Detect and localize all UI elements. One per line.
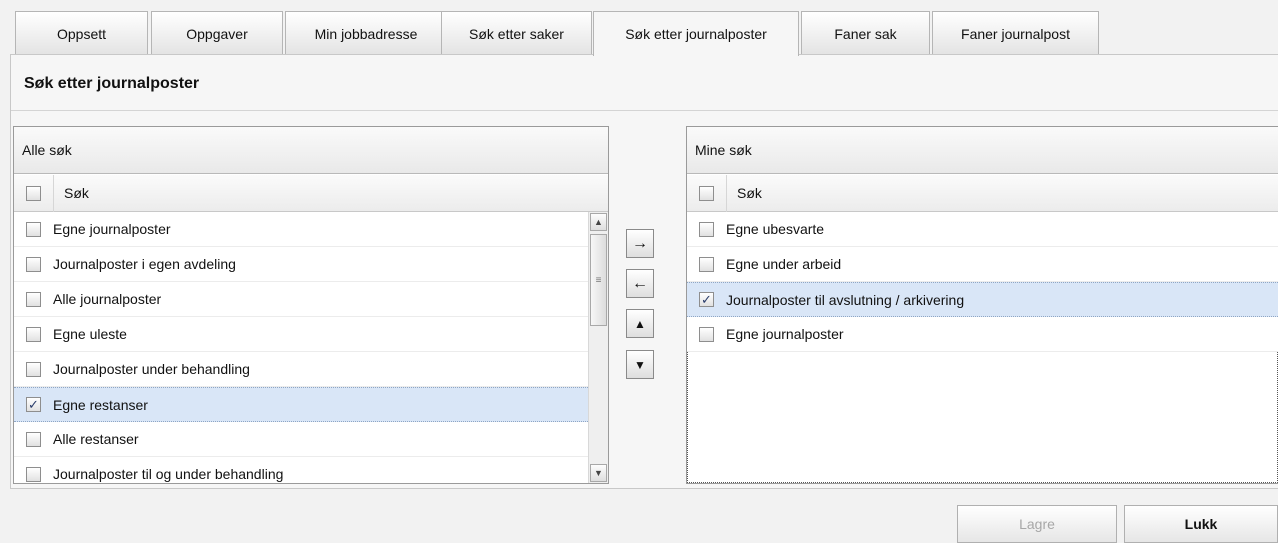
- list-item-selected[interactable]: ✓ Egne restanser: [14, 387, 608, 422]
- row-label: Journalposter til avslutning / arkiverin…: [726, 291, 965, 308]
- move-up-button[interactable]: ▲: [626, 309, 654, 338]
- tab-label: Søk etter saker: [469, 25, 564, 42]
- list-item[interactable]: Journalposter i egen avdeling: [14, 247, 608, 282]
- tab-label: Oppsett: [56, 25, 107, 42]
- all-searches-list: Egne journalposter Journalposter i egen …: [14, 212, 608, 483]
- row-checkbox[interactable]: [699, 326, 714, 342]
- row-label: Alle journalposter: [53, 291, 162, 307]
- row-label: Egne journalposter: [53, 221, 171, 237]
- tab-sok-etter-journalposter[interactable]: Søk etter journalposter: [593, 11, 799, 56]
- row-label: Egne restanser: [53, 396, 148, 413]
- my-searches-caption: Mine søk: [687, 127, 1278, 174]
- tab-label: Oppgaver: [186, 25, 248, 42]
- column-header-label[interactable]: Søk: [726, 174, 762, 212]
- row-checkbox[interactable]: [699, 256, 714, 272]
- row-label: Egne journalposter: [726, 326, 844, 342]
- vertical-scrollbar[interactable]: ▲ ≡ ▼: [588, 212, 608, 483]
- list-item[interactable]: Alle restanser: [14, 422, 608, 457]
- arrow-left-icon: ←: [632, 274, 648, 292]
- triangle-up-icon: ▲: [634, 316, 646, 331]
- row-checkbox[interactable]: [699, 221, 714, 237]
- select-all-checkbox[interactable]: [699, 185, 714, 201]
- divider: [11, 110, 1278, 111]
- list-item[interactable]: Egne journalposter: [687, 317, 1278, 352]
- row-label: Journalposter til og under behandling: [53, 466, 284, 482]
- triangle-down-icon: ▼: [634, 357, 646, 372]
- arrow-right-icon: →: [632, 234, 648, 252]
- drop-area: [687, 352, 1278, 483]
- my-searches-grid: Mine søk Søk Egne ubesvarte Egne under a…: [686, 126, 1278, 484]
- save-button-label: Lagre: [1019, 516, 1055, 532]
- tab-min-jobbadresse[interactable]: Min jobbadresse: [285, 11, 447, 55]
- all-searches-caption: Alle søk: [14, 127, 608, 174]
- move-left-button[interactable]: ←: [626, 269, 654, 298]
- list-item[interactable]: Egne journalposter: [14, 212, 608, 247]
- row-label: Egne ubesvarte: [726, 221, 825, 237]
- tab-sok-etter-saker[interactable]: Søk etter saker: [441, 11, 592, 55]
- row-label: Egne uleste: [53, 326, 127, 342]
- column-header: Søk: [687, 174, 1278, 212]
- tab-label: Faner journalpost: [961, 25, 1070, 42]
- row-checkbox[interactable]: [26, 326, 41, 342]
- all-searches-grid: Alle søk Søk Egne journalposter Journalp…: [13, 126, 609, 484]
- row-checkbox[interactable]: [26, 466, 41, 482]
- row-checkbox[interactable]: ✓: [26, 397, 41, 412]
- row-label: Journalposter i egen avdeling: [53, 256, 236, 272]
- tab-label: Søk etter journalposter: [625, 26, 767, 42]
- list-item[interactable]: Alle journalposter: [14, 282, 608, 317]
- list-item-selected[interactable]: ✓ Journalposter til avslutning / arkiveri…: [687, 282, 1278, 317]
- column-header-label[interactable]: Søk: [53, 174, 89, 212]
- row-label: Egne under arbeid: [726, 256, 842, 272]
- close-button-label: Lukk: [1184, 516, 1218, 532]
- list-item[interactable]: Egne under arbeid: [687, 247, 1278, 282]
- page-title: Søk etter journalposter: [24, 75, 200, 92]
- row-label: Journalposter under behandling: [53, 361, 250, 377]
- tab-oppsett[interactable]: Oppsett: [15, 11, 148, 55]
- row-checkbox[interactable]: [26, 291, 41, 307]
- row-checkbox[interactable]: [26, 361, 41, 377]
- tab-label: Min jobbadresse: [314, 25, 418, 42]
- select-all-checkbox[interactable]: [26, 185, 41, 201]
- row-checkbox[interactable]: ✓: [699, 292, 714, 307]
- list-item[interactable]: Egne ubesvarte: [687, 212, 1278, 247]
- save-button[interactable]: Lagre: [957, 505, 1117, 543]
- row-checkbox[interactable]: [26, 431, 41, 447]
- move-right-button[interactable]: →: [626, 229, 654, 258]
- row-label: Alle restanser: [53, 431, 139, 447]
- tab-label: Faner sak: [834, 25, 897, 42]
- tab-oppgaver[interactable]: Oppgaver: [151, 11, 283, 55]
- list-item[interactable]: Journalposter under behandling: [14, 352, 608, 387]
- close-button[interactable]: Lukk: [1124, 505, 1278, 543]
- tab-faner-journalpost[interactable]: Faner journalpost: [932, 11, 1099, 55]
- tab-faner-sak[interactable]: Faner sak: [801, 11, 930, 55]
- list-item[interactable]: Journalposter til og under behandling: [14, 457, 608, 483]
- scroll-up-icon[interactable]: ▲: [590, 213, 607, 231]
- move-down-button[interactable]: ▼: [626, 350, 654, 379]
- list-item[interactable]: Egne uleste: [14, 317, 608, 352]
- scroll-down-icon[interactable]: ▼: [590, 464, 607, 482]
- row-checkbox[interactable]: [26, 256, 41, 272]
- row-checkbox[interactable]: [26, 221, 41, 237]
- column-header: Søk: [14, 174, 608, 212]
- scroll-thumb[interactable]: ≡: [590, 234, 607, 326]
